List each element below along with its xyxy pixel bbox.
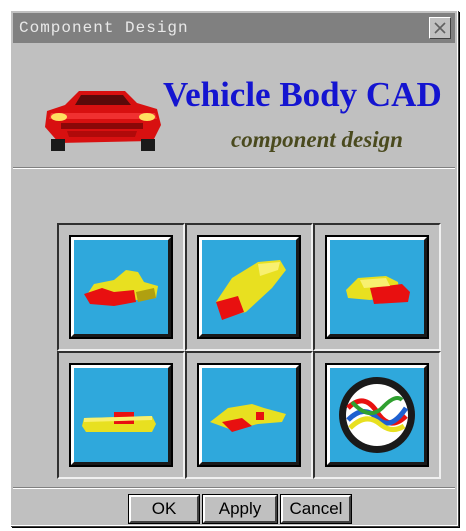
floor-panel-button[interactable]: [69, 363, 173, 467]
component-grid: [57, 223, 441, 479]
app-title: Vehicle Body CAD: [163, 75, 442, 114]
rear-section-component-icon: [346, 276, 410, 304]
body-frame-component-icon: [210, 404, 286, 432]
close-button[interactable]: [429, 17, 451, 39]
car-roof-shell-button[interactable]: [197, 235, 301, 339]
wiring-emblem-button[interactable]: [325, 363, 429, 467]
wiring-emblem-component-icon: [339, 377, 415, 453]
red-sports-car-icon: [45, 91, 161, 151]
component-cell: [185, 223, 313, 351]
close-icon: [434, 22, 446, 34]
component-cell: [57, 223, 185, 351]
window-title: Component Design: [19, 19, 189, 37]
body-frame-button[interactable]: [197, 363, 301, 467]
component-cell: [313, 223, 441, 351]
component-cell: [57, 351, 185, 479]
footer-separator: [13, 487, 455, 489]
ok-button[interactable]: OK: [128, 494, 200, 524]
title-bar[interactable]: Component Design: [13, 13, 455, 43]
header-separator: [13, 167, 455, 169]
car-roof-shell-component-icon: [216, 260, 286, 320]
car-body-side-component-icon: [84, 270, 158, 306]
floor-panel-component-icon: [82, 412, 156, 432]
app-subtitle: component design: [231, 127, 403, 152]
rear-section-button[interactable]: [325, 235, 429, 339]
apply-button[interactable]: Apply: [202, 494, 278, 524]
dialog-buttons: OK Apply Cancel: [128, 494, 352, 524]
component-design-dialog: Component Design Vehicle Body CAD compon…: [10, 10, 458, 526]
car-body-side-button[interactable]: [69, 235, 173, 339]
cancel-button[interactable]: Cancel: [280, 494, 352, 524]
dialog-header: Vehicle Body CAD component design: [13, 47, 455, 177]
component-cell: [185, 351, 313, 479]
component-cell: [313, 351, 441, 479]
